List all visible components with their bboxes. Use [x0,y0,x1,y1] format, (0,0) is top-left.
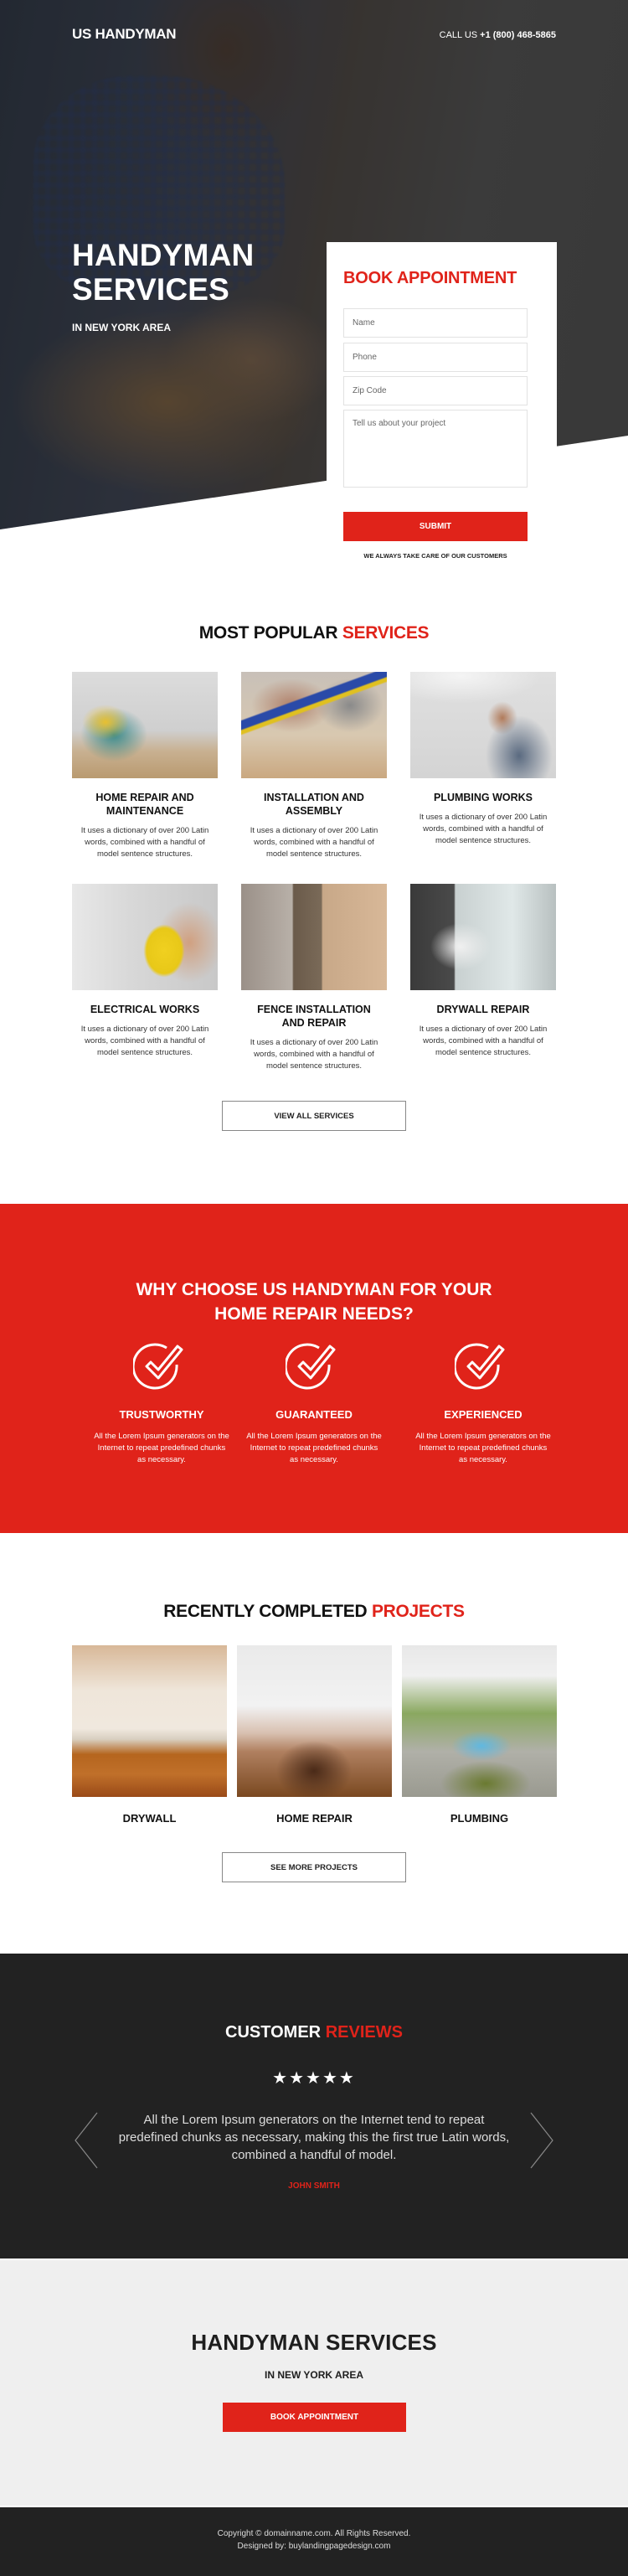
zip-code-input[interactable] [343,376,528,405]
services-title-accent: SERVICES [342,623,430,643]
services-title-main: MOST POPULAR [198,623,338,643]
service-name: ELECTRICAL WORKS [90,1004,200,1015]
service-name: INSTALLATION AND ASSEMBLY [264,792,364,817]
reviews-title-main: CUSTOMER [225,2023,322,2042]
service-image-home-repair [72,672,218,778]
review-text: All the Lorem Ipsum generators on the In… [118,2113,510,2162]
form-title: BOOK APPOINTMENT [343,269,517,287]
service-image-fence [241,884,387,990]
service-desc: It uses a dictionary of over 200 Latin w… [80,1025,209,1057]
why-title: WHY CHOOSE US HANDYMAN FOR YOUR HOME REP… [0,1278,628,1326]
reviews-title: CUSTOMER REVIEWS [0,2023,628,2042]
book-appointment-button[interactable]: BOOK APPOINTMENT [223,2403,406,2432]
services-title: MOST POPULAR SERVICES [0,623,628,643]
why-title-line2: HOME REPAIR NEEDS? [214,1304,414,1324]
check-circle-icon [133,1343,183,1390]
hero-title: HANDYMAN SERVICES [72,238,254,307]
service-desc: It uses a dictionary of over 200 Latin w… [419,1025,548,1057]
copyright-text: Copyright © domainname.com. All Rights R… [217,2529,411,2538]
project-textarea[interactable] [343,410,528,488]
feature-name: EXPERIENCED [444,1408,522,1421]
service-image-installation [241,672,387,778]
hero-title-line1: HANDYMAN [72,238,255,272]
form-tagline: WE ALWAYS TAKE CARE OF OUR CUSTOMERS [363,552,507,560]
review-author: JOHN SMITH [288,2181,340,2191]
project-name: DRYWALL [122,1812,177,1825]
phone-number[interactable]: +1 (800) 468-5865 [480,30,556,40]
submit-button[interactable]: SUBMIT [343,512,528,541]
call-us: CALL US +1 (800) 468-5865 [440,30,556,40]
feature-item: TRUSTWORTHY All the Lorem Ipsum generato… [86,1340,237,1466]
service-desc: It uses a dictionary of over 200 Latin w… [80,826,209,859]
appointment-form: BOOK APPOINTMENT SUBMIT WE ALWAYS TAKE C… [327,242,557,577]
feature-desc: All the Lorem Ipsum generators on the In… [94,1432,229,1464]
feature-item: EXPERIENCED All the Lorem Ipsum generato… [408,1340,559,1466]
service-card[interactable]: ELECTRICAL WORKS It uses a dictionary of… [72,884,218,1059]
project-card[interactable]: DRYWALL [72,1645,227,1825]
reviews-section: CUSTOMER REVIEWS ★★★★★ All the Lorem Ips… [0,1954,628,2259]
feature-name: GUARANTEED [275,1408,353,1421]
see-more-projects-button[interactable]: SEE MORE PROJECTS [222,1852,406,1882]
projects-title: RECENTLY COMPLETED PROJECTS [0,1602,628,1622]
hero-subtitle: IN NEW YORK AREA [72,322,172,333]
service-card[interactable]: PLUMBING WORKS It uses a dictionary of o… [410,672,556,847]
service-desc: It uses a dictionary of over 200 Latin w… [419,813,548,845]
call-label: CALL US [439,30,478,40]
service-name: PLUMBING WORKS [433,792,533,803]
cta-subtitle: IN NEW YORK AREA [264,2369,363,2381]
footer: Copyright © domainname.com. All Rights R… [0,2507,628,2576]
name-input[interactable] [343,308,528,338]
projects-title-accent: PROJECTS [371,1602,465,1621]
why-title-line1: WHY CHOOSE US HANDYMAN FOR YOUR [136,1280,492,1299]
feature-item: GUARANTEED All the Lorem Ipsum generator… [239,1340,389,1466]
designed-by-text[interactable]: Designed by: buylandingpagedesign.com [0,2542,628,2551]
check-circle-icon [286,1343,336,1390]
service-card[interactable]: DRYWALL REPAIR It uses a dictionary of o… [410,884,556,1059]
feature-name: TRUSTWORTHY [119,1408,204,1421]
check-circle-icon [455,1343,505,1390]
service-image-plumbing [410,672,556,778]
reviews-title-accent: REVIEWS [325,2023,403,2042]
project-image-plumbing [402,1645,557,1797]
service-image-drywall [410,884,556,990]
hero-title-line2: SERVICES [72,272,230,307]
star-rating: ★★★★★ [272,2069,356,2088]
project-name: HOME REPAIR [276,1812,353,1825]
project-image-home-repair [237,1645,392,1797]
project-card[interactable]: HOME REPAIR [237,1645,392,1825]
phone-input[interactable] [343,343,528,372]
feature-desc: All the Lorem Ipsum generators on the In… [415,1432,551,1464]
service-image-electrical [72,884,218,990]
service-desc: It uses a dictionary of over 200 Latin w… [250,1038,378,1071]
feature-desc: All the Lorem Ipsum generators on the In… [246,1432,382,1464]
service-name: HOME REPAIR AND MAINTENANCE [95,792,194,817]
project-name: PLUMBING [450,1812,509,1825]
service-card[interactable]: INSTALLATION AND ASSEMBLY It uses a dict… [241,672,387,860]
chevron-right-icon[interactable] [529,2111,554,2170]
project-card[interactable]: PLUMBING [402,1645,557,1825]
chevron-left-icon[interactable] [74,2111,99,2170]
service-name: DRYWALL REPAIR [436,1004,530,1015]
cta-title: HANDYMAN SERVICES [191,2330,437,2355]
project-image-drywall [72,1645,227,1797]
service-name: FENCE INSTALLATION AND REPAIR [257,1004,371,1029]
projects-title-main: RECENTLY COMPLETED [163,1602,368,1621]
brand-logo[interactable]: US HANDYMAN [72,26,177,43]
service-desc: It uses a dictionary of over 200 Latin w… [250,826,378,859]
view-all-services-button[interactable]: VIEW ALL SERVICES [222,1101,406,1131]
why-choose-section: WHY CHOOSE US HANDYMAN FOR YOUR HOME REP… [0,1204,628,1533]
cta-section: HANDYMAN SERVICES IN NEW YORK AREA BOOK … [0,2260,628,2506]
service-card[interactable]: HOME REPAIR AND MAINTENANCE It uses a di… [72,672,218,860]
service-card[interactable]: FENCE INSTALLATION AND REPAIR It uses a … [241,884,387,1072]
